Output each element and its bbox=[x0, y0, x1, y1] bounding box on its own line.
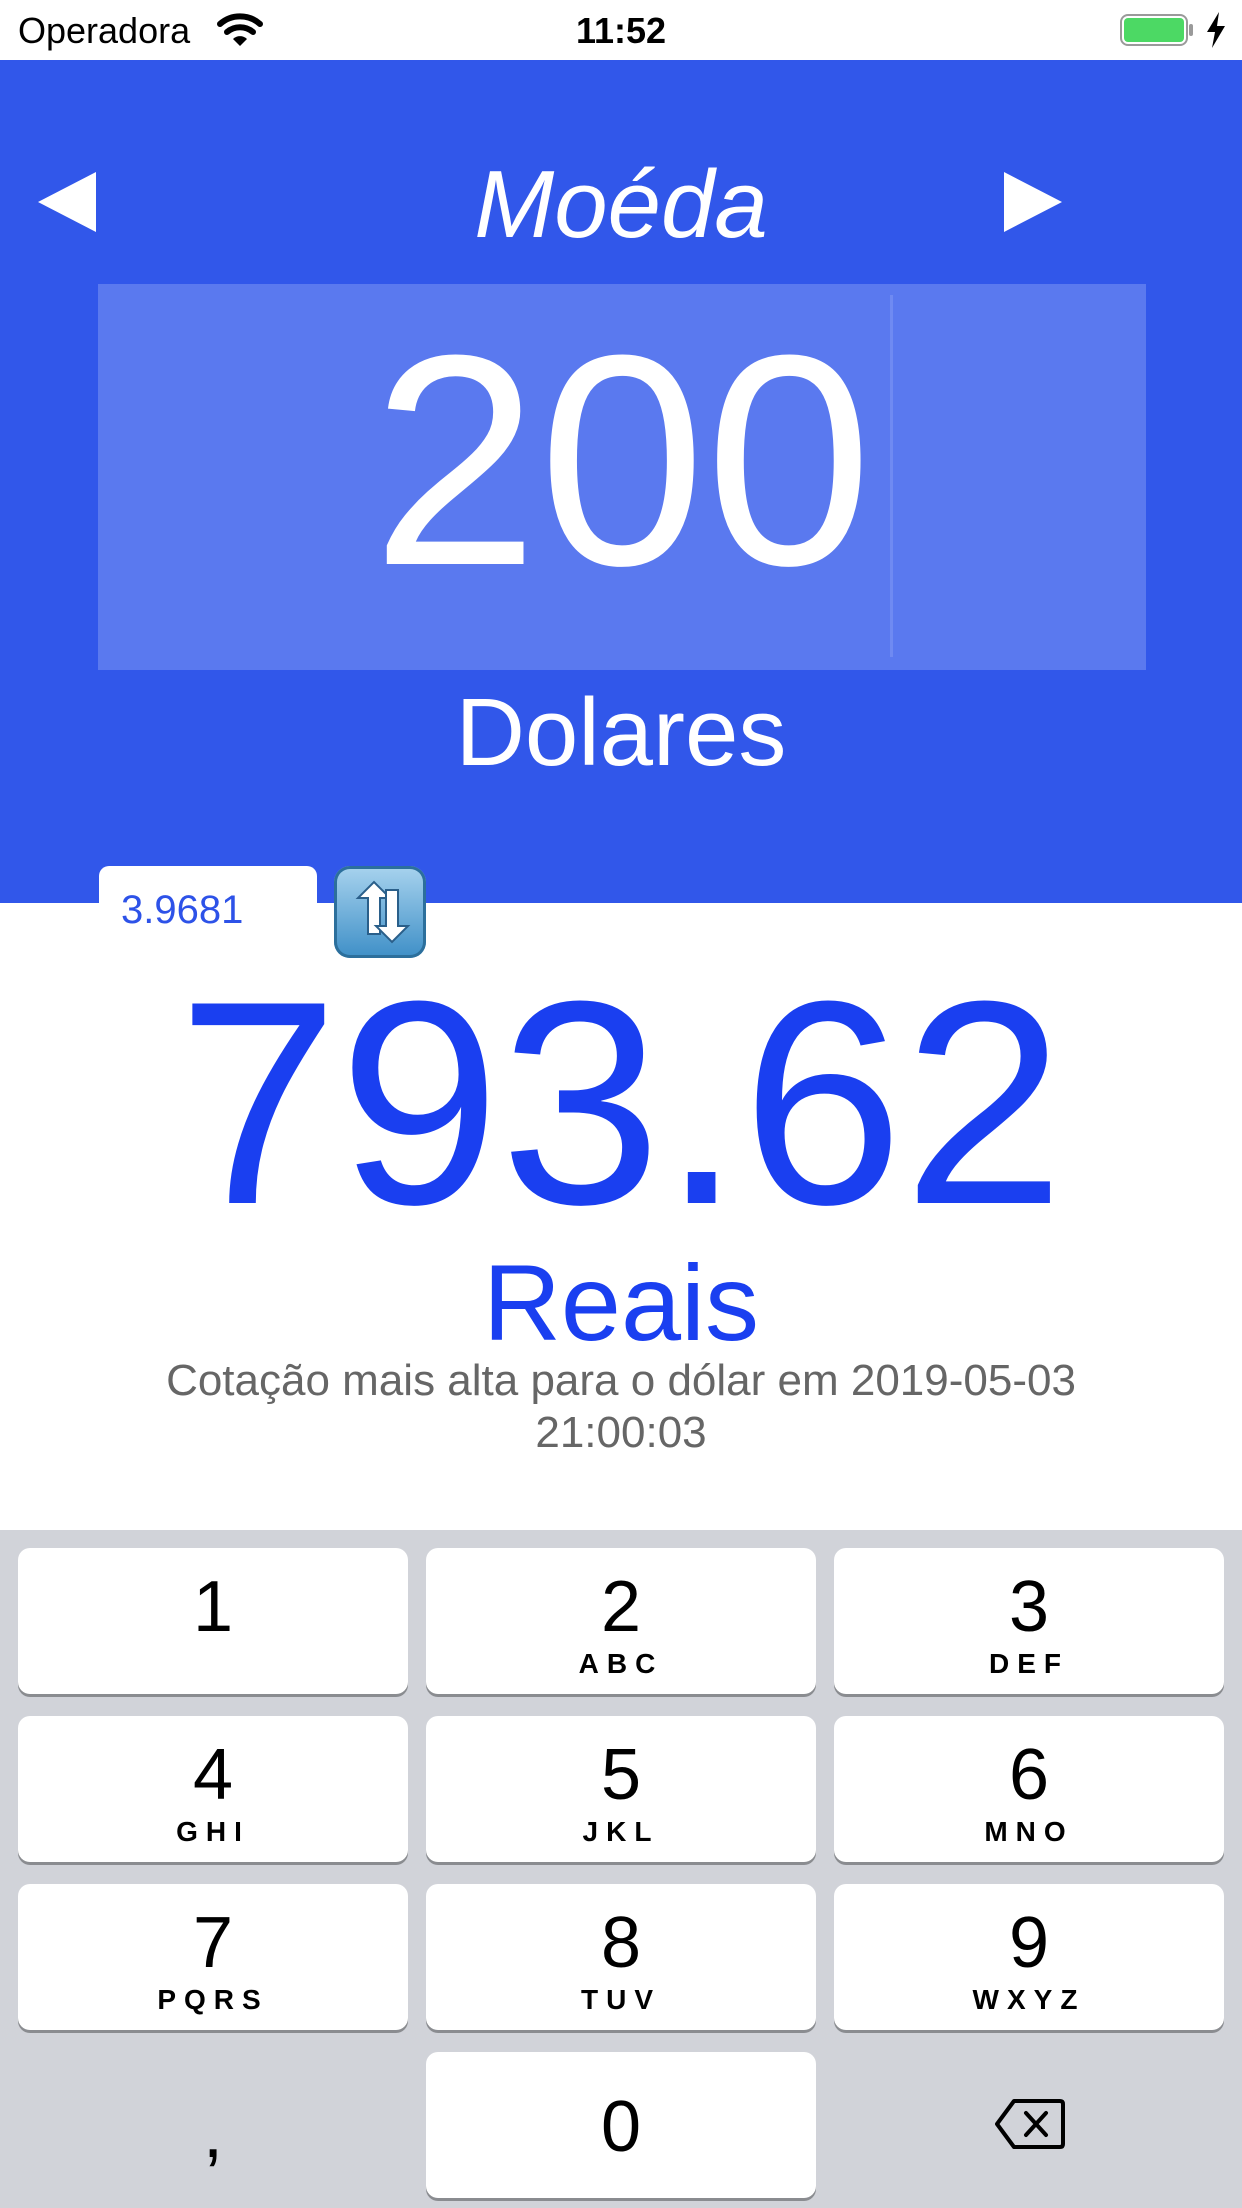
key-letters: WXYZ bbox=[972, 1984, 1086, 2015]
refresh-icon bbox=[355, 880, 411, 944]
next-arrow-icon[interactable] bbox=[1000, 170, 1064, 234]
key-7[interactable]: 7 PQRS bbox=[18, 1884, 408, 2030]
key-digit: 4 bbox=[192, 1735, 234, 1815]
key-letters: ABC bbox=[578, 1648, 664, 1679]
key-5[interactable]: 5 JKL bbox=[426, 1716, 816, 1862]
key-2[interactable]: 2 ABC bbox=[426, 1548, 816, 1694]
key-letters: JKL bbox=[582, 1816, 660, 1847]
key-letters: DEF bbox=[989, 1648, 1069, 1679]
amount-value: 200 bbox=[371, 292, 873, 628]
key-0[interactable]: 0 bbox=[426, 2052, 816, 2198]
key-letters: TUV bbox=[581, 1984, 661, 2015]
backspace-icon bbox=[995, 2099, 1065, 2149]
key-digit: 0 bbox=[600, 2087, 642, 2167]
key-digit: 6 bbox=[1008, 1735, 1050, 1815]
key-6[interactable]: 6 MNO bbox=[834, 1716, 1224, 1862]
converted-amount: 793.62 bbox=[177, 941, 1065, 1265]
battery-icon bbox=[1120, 14, 1194, 46]
key-digit: 7 bbox=[192, 1903, 234, 1983]
key-digit: 5 bbox=[600, 1735, 642, 1815]
clock: 11:52 bbox=[575, 10, 667, 51]
key-3[interactable]: 3 DEF bbox=[834, 1548, 1224, 1694]
target-currency-label: Reais bbox=[482, 1242, 760, 1363]
key-letters: MNO bbox=[984, 1816, 1074, 1847]
source-currency-label: Dolares bbox=[455, 679, 787, 786]
key-1[interactable]: 1 bbox=[18, 1548, 408, 1694]
decimal-key[interactable]: , bbox=[18, 2052, 408, 2198]
key-digit: 9 bbox=[1008, 1903, 1050, 1983]
key-8[interactable]: 8 TUV bbox=[426, 1884, 816, 2030]
delete-key[interactable] bbox=[834, 2052, 1224, 2198]
status-bar: Operadora 11:52 bbox=[0, 0, 1242, 60]
key-digit: 8 bbox=[600, 1903, 642, 1983]
decimal-key-label: , bbox=[202, 2093, 223, 2173]
quote-info-text: Cotação mais alta para o dólar em 2019-0… bbox=[166, 1356, 1076, 1405]
quote-timestamp: 21:00:03 bbox=[535, 1408, 707, 1457]
converter-header: Moéda 200 Dolares bbox=[0, 60, 1242, 958]
charging-icon bbox=[1204, 10, 1228, 50]
key-4[interactable]: 4 GHI bbox=[18, 1716, 408, 1862]
key-digit: 3 bbox=[1008, 1567, 1050, 1647]
numeric-keypad: 1 2 ABC 3 DEF 4 GHI 5 JKL 6 MNO 7 PQRS 8… bbox=[0, 1530, 1242, 2208]
key-digit: 1 bbox=[192, 1567, 234, 1647]
key-letters: GHI bbox=[176, 1816, 250, 1847]
key-digit: 2 bbox=[600, 1567, 642, 1647]
key-9[interactable]: 9 WXYZ bbox=[834, 1884, 1224, 2030]
key-letters: PQRS bbox=[157, 1984, 269, 2015]
